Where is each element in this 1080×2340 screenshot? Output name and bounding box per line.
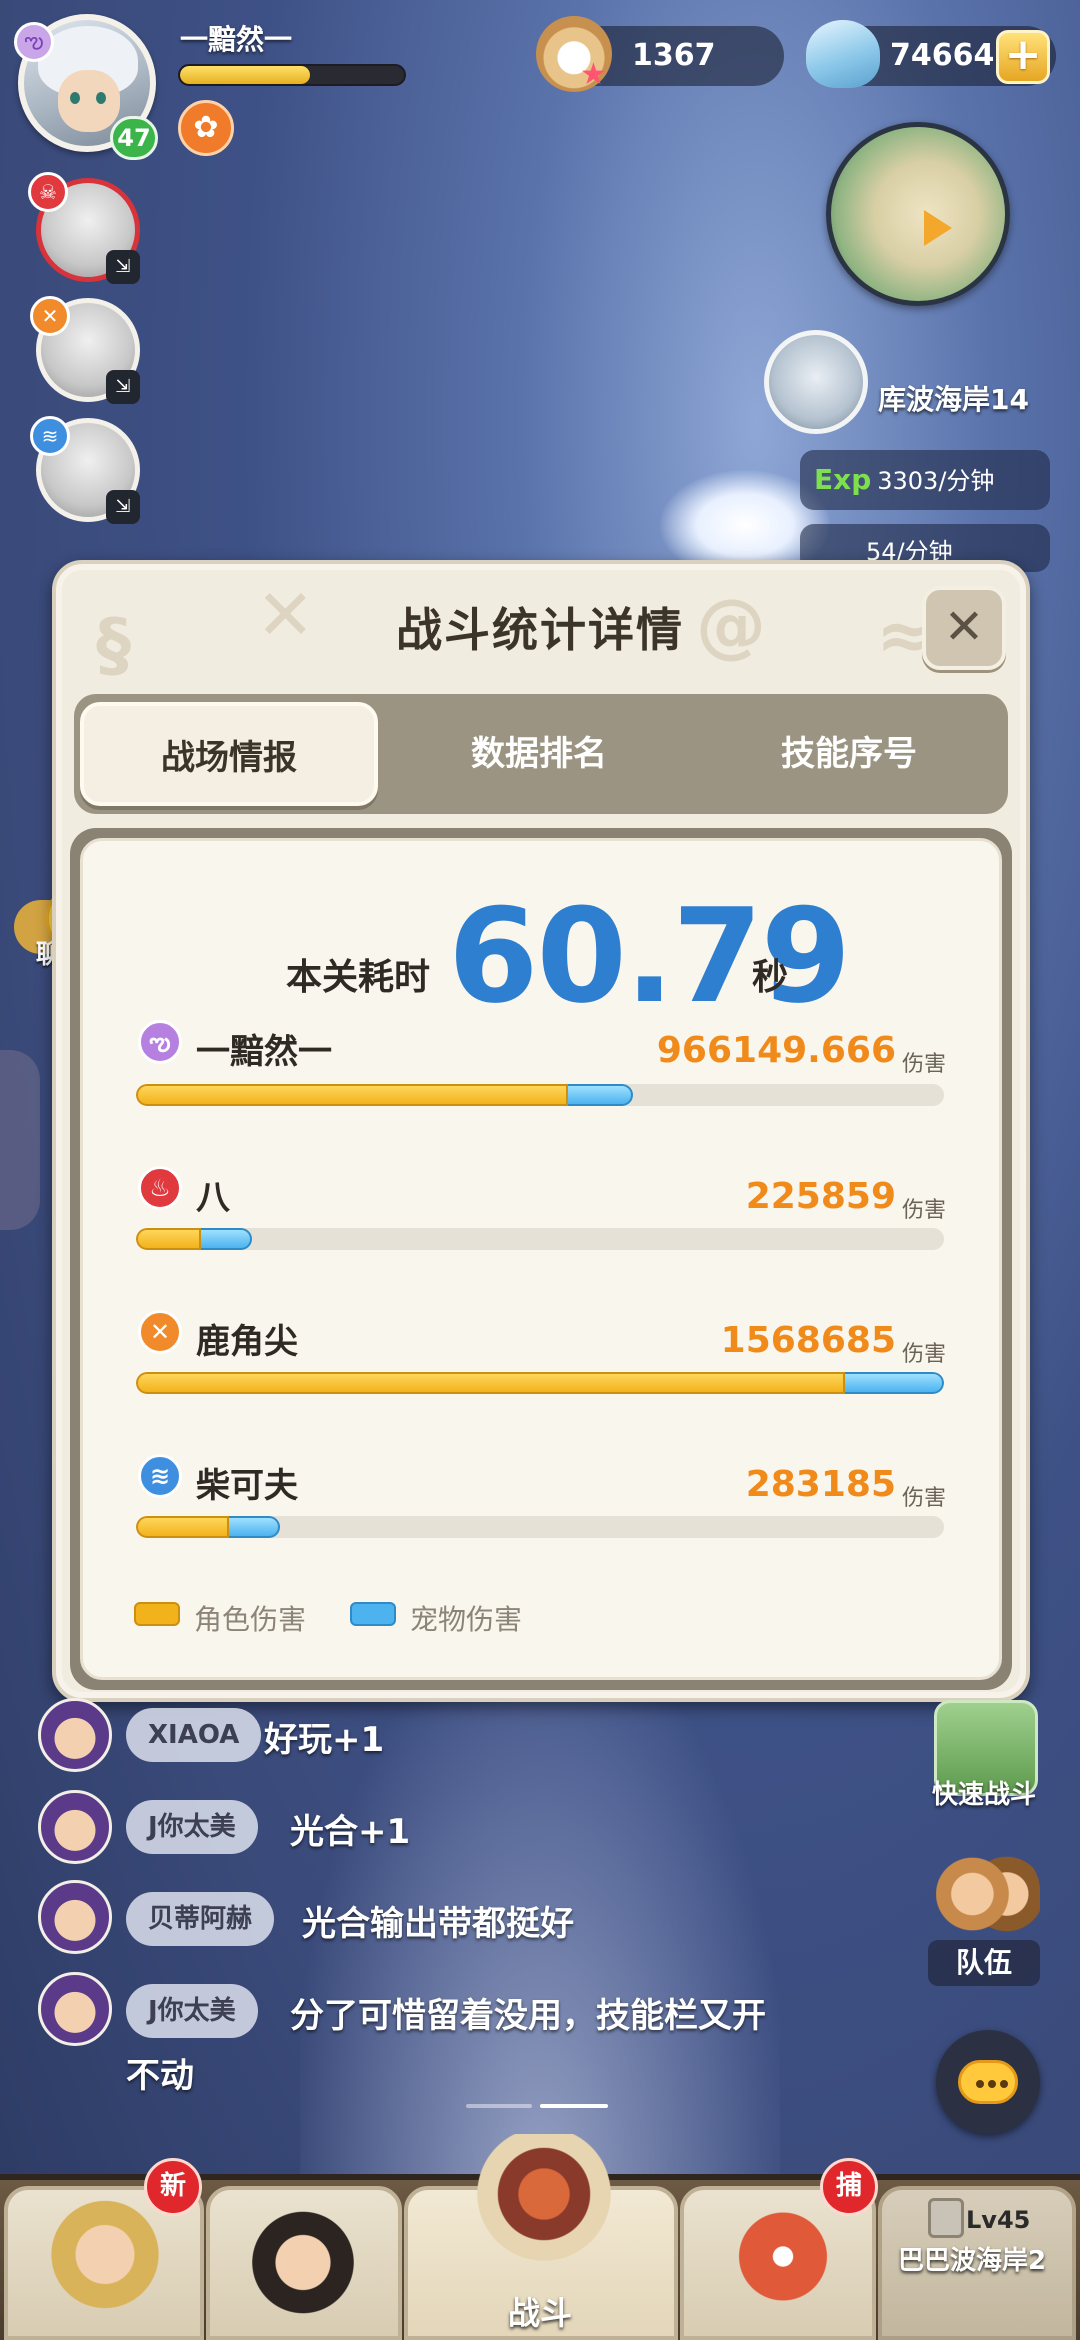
tab-skill-order[interactable]: 技能序号 bbox=[704, 702, 994, 806]
row-damage-unit: 伤害 bbox=[902, 1486, 947, 1511]
modal-title: 战斗统计详情 bbox=[396, 603, 684, 657]
blue-wave-icon: ≋ bbox=[138, 1454, 182, 1498]
page-indicator-dot bbox=[466, 2104, 532, 2108]
legend-pet-swatch bbox=[350, 1602, 396, 1626]
row-damage-value: 966149.666 bbox=[656, 1030, 896, 1071]
chat-sender-name[interactable]: XIAOA bbox=[126, 1708, 262, 1762]
time-unit: 秒 bbox=[752, 957, 789, 998]
exp-rate-value: 3303/分钟 bbox=[877, 467, 995, 495]
player-element-icon: ఌ bbox=[14, 22, 54, 62]
orange-cross-icon: ✕ bbox=[138, 1310, 182, 1354]
scenery-rock bbox=[0, 1050, 40, 1230]
stage-name: 库波海岸14 bbox=[878, 383, 1029, 416]
nav-battle-label[interactable]: 战斗 bbox=[508, 2288, 572, 2334]
character-damage-bar bbox=[136, 1084, 569, 1106]
battle-totem-icon bbox=[474, 2134, 614, 2284]
chat-message-continued: 不动 bbox=[126, 2056, 194, 2096]
character-damage-bar bbox=[136, 1516, 229, 1538]
chat-message: 光合+1 bbox=[290, 1812, 411, 1852]
chat-message: 好玩+1 bbox=[264, 1720, 385, 1760]
quick-battle-label[interactable]: 快速战斗 bbox=[932, 1774, 1036, 1811]
pet-damage-bar bbox=[568, 1084, 633, 1106]
chat-bubble-button[interactable] bbox=[936, 2030, 1040, 2134]
chat-avatar[interactable] bbox=[38, 1698, 112, 1772]
close-button[interactable]: ✕ bbox=[922, 586, 1006, 670]
lock-icon bbox=[928, 2198, 964, 2238]
chat-sender-name[interactable]: J你太美 bbox=[126, 1800, 258, 1854]
chat-message: 分了可惜留着没用，技能栏又开 bbox=[290, 1996, 766, 2036]
locked-level: Lv45 bbox=[966, 2206, 1031, 2234]
row-damage-value: 225859 bbox=[745, 1176, 896, 1217]
minimap-player-arrow-icon bbox=[924, 210, 952, 246]
close-icon: ✕ bbox=[943, 599, 985, 655]
shell-icon bbox=[806, 20, 880, 88]
row-player-name: 柴可夫 bbox=[196, 1466, 298, 1506]
character-damage-bar bbox=[136, 1228, 201, 1250]
chat-message: 光合输出带都挺好 bbox=[302, 1904, 574, 1944]
damage-bar bbox=[136, 1084, 944, 1106]
tab-battlefield-intel[interactable]: 战场情报 bbox=[80, 702, 378, 806]
party-status-icon: ⇲ bbox=[106, 370, 140, 404]
catch-badge: 捕 bbox=[820, 2158, 878, 2216]
damage-bar bbox=[136, 1228, 944, 1250]
team-label[interactable]: 队伍 bbox=[928, 1940, 1040, 1986]
chat-avatar[interactable] bbox=[38, 1790, 112, 1864]
nav-partner-icon bbox=[238, 2204, 368, 2334]
chat-sender-name[interactable]: J你太美 bbox=[126, 1984, 258, 2038]
cross-swords-icon: ✕ bbox=[30, 296, 70, 336]
nav-character-icon bbox=[40, 2196, 170, 2326]
row-damage-value: 1568685 bbox=[720, 1320, 896, 1361]
legend-pet-label: 宠物伤害 bbox=[410, 1603, 523, 1636]
legend-character-label: 角色伤害 bbox=[194, 1603, 307, 1636]
damage-bar bbox=[136, 1372, 944, 1394]
tab-data-ranking[interactable]: 数据排名 bbox=[394, 702, 684, 806]
row-damage-unit: 伤害 bbox=[902, 1342, 947, 1367]
party-status-icon: ⇲ bbox=[106, 490, 140, 524]
purple-swirl-icon: ఌ bbox=[138, 1020, 182, 1064]
player-name: 一黯然一 bbox=[180, 23, 293, 56]
pet-damage-bar bbox=[200, 1228, 252, 1250]
chat-avatar[interactable] bbox=[38, 1972, 112, 2046]
add-currency-button[interactable]: + bbox=[996, 30, 1050, 84]
row-player-name: 一黯然一 bbox=[196, 1032, 332, 1072]
party-status-icon: ⇲ bbox=[106, 250, 140, 284]
red-flame-icon: ♨ bbox=[138, 1166, 182, 1210]
chat-sender-name[interactable]: 贝蒂阿赫 bbox=[126, 1892, 275, 1946]
page-indicator-dot-active bbox=[540, 2104, 608, 2108]
nav-pet-icon bbox=[718, 2198, 848, 2328]
buff-icon[interactable]: ✿ bbox=[178, 100, 234, 156]
stage-boss-avatar[interactable] bbox=[764, 330, 868, 434]
row-damage-unit: 伤害 bbox=[902, 1198, 947, 1223]
exp-label: Exp bbox=[814, 463, 872, 496]
new-badge: 新 bbox=[144, 2158, 202, 2216]
character-damage-bar bbox=[136, 1372, 846, 1394]
row-player-name: 八 bbox=[196, 1178, 230, 1218]
player-exp-bar bbox=[178, 64, 406, 86]
exp-rate: Exp 3303/分钟 bbox=[800, 450, 1050, 510]
starfish-icon: ★ bbox=[580, 57, 607, 92]
player-level-badge: 47 bbox=[110, 116, 158, 160]
row-damage-unit: 伤害 bbox=[902, 1052, 947, 1077]
legend-character-swatch bbox=[134, 1602, 180, 1626]
time-value: 60.79 bbox=[448, 880, 851, 1032]
minimap[interactable] bbox=[826, 122, 1010, 306]
row-damage-value: 283185 bbox=[745, 1464, 896, 1505]
pet-damage-bar bbox=[228, 1516, 280, 1538]
locked-stage-name: 巴巴波海岸2 bbox=[898, 2246, 1047, 2276]
pet-damage-bar bbox=[845, 1372, 944, 1394]
damage-bar bbox=[136, 1516, 944, 1538]
wave-icon: ≋ bbox=[30, 416, 70, 456]
skull-icon: ☠ bbox=[28, 172, 68, 212]
chat-avatar[interactable] bbox=[38, 1880, 112, 1954]
time-label: 本关耗时 bbox=[286, 957, 431, 998]
row-player-name: 鹿角尖 bbox=[196, 1322, 298, 1362]
